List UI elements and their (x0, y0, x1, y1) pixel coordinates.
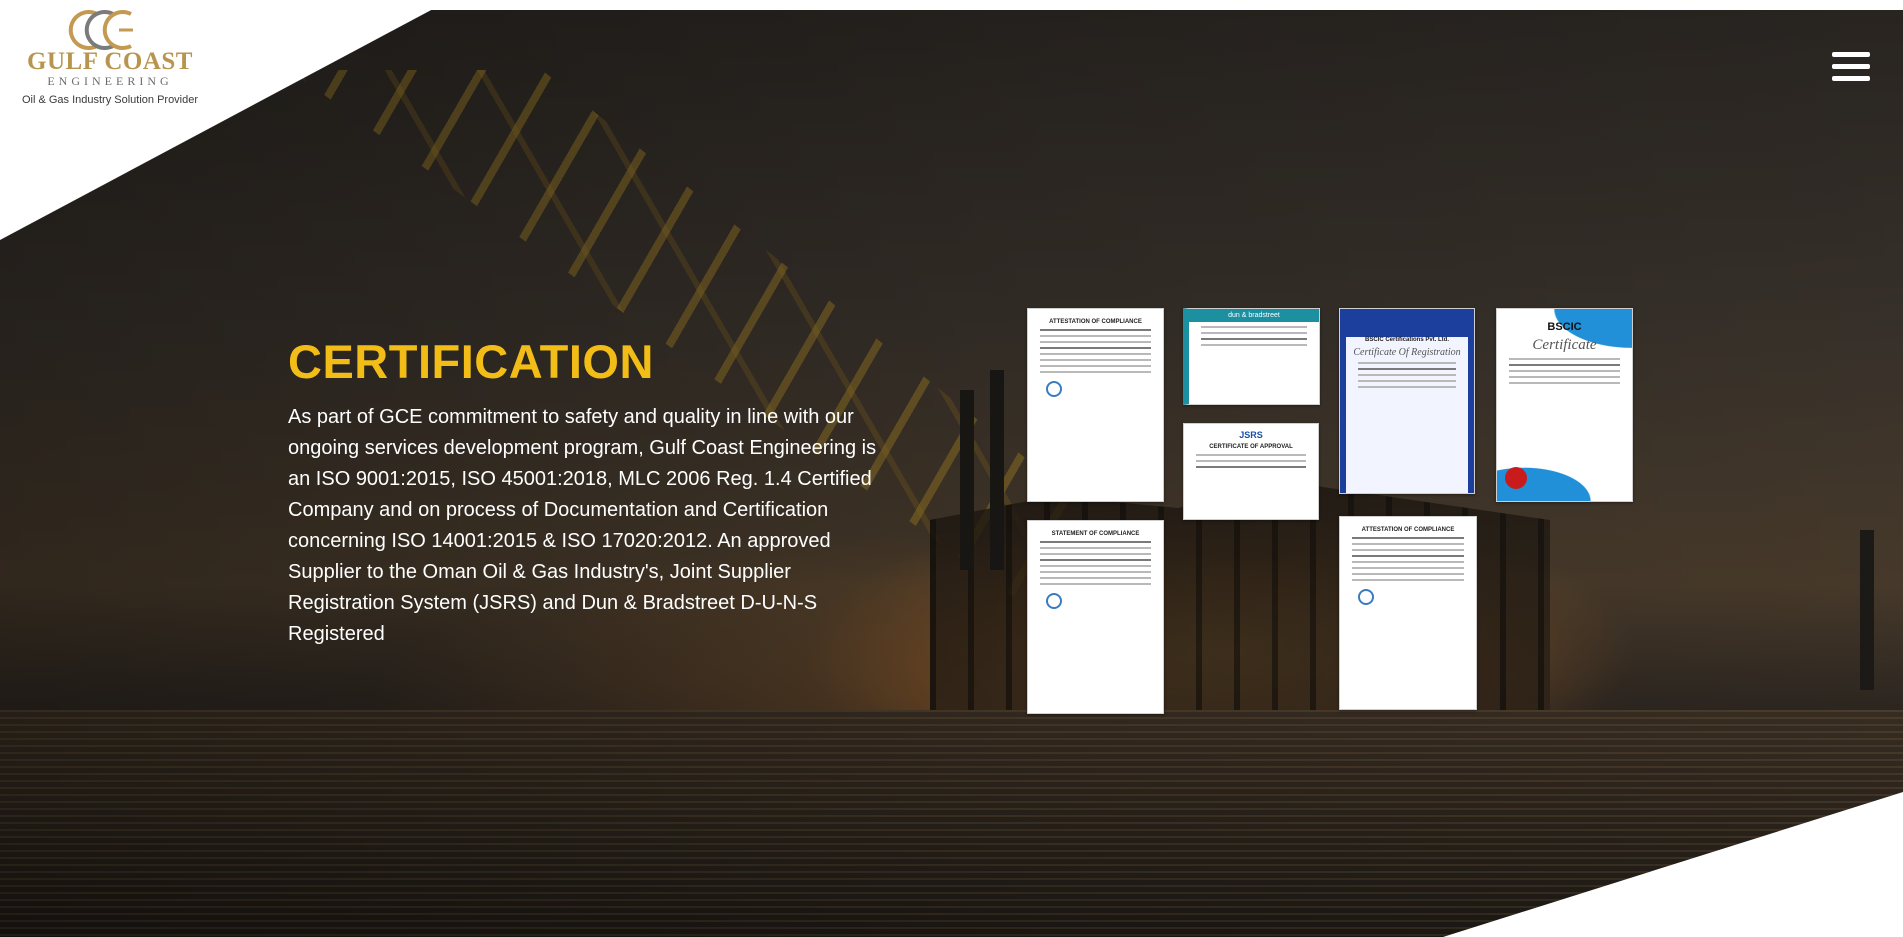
certificate-thumbnail[interactable]: dun & bradstreet (1183, 308, 1320, 405)
certificate-heading: BSCIC (1547, 321, 1582, 333)
site-logo[interactable]: GULF COAST ENGINEERING Oil & Gas Industr… (20, 8, 200, 116)
logo-company-name: GULF COAST (27, 48, 193, 75)
seal-icon (1505, 467, 1527, 489)
certificate-subheading: Certificate Of Registration (1353, 347, 1461, 358)
certificate-thumbnail[interactable]: BSCIC Certifications Pvt. Ltd. Certifica… (1339, 308, 1475, 494)
menu-bar (1832, 52, 1870, 57)
menu-bar (1832, 76, 1870, 81)
certificate-heading: STATEMENT OF COMPLIANCE (1051, 531, 1140, 537)
certificate-subheading: Certificate (1532, 337, 1597, 353)
menu-bar (1832, 64, 1870, 69)
gce-monogram-icon (68, 10, 133, 50)
certificate-heading: dun & bradstreet (1189, 309, 1319, 322)
seal-icon (1046, 381, 1062, 397)
certificate-thumbnail[interactable]: STATEMENT OF COMPLIANCE (1027, 520, 1164, 714)
certificate-heading: ATTESTATION OF COMPLIANCE (1049, 319, 1142, 325)
seal-icon (1358, 589, 1374, 605)
hamburger-menu-icon[interactable] (1832, 52, 1870, 88)
certificate-heading: BSCIC Certifications Pvt. Ltd. (1364, 337, 1449, 343)
seal-icon (1046, 593, 1062, 609)
section-title: CERTIFICATION (288, 335, 654, 388)
certificate-thumbnail[interactable]: ATTESTATION OF COMPLIANCE (1339, 516, 1477, 710)
certificate-thumbnail[interactable]: ATTESTATION OF COMPLIANCE (1027, 308, 1164, 502)
logo-company-subtitle: ENGINEERING (47, 74, 173, 88)
section-body-text: As part of GCE commitment to safety and … (288, 406, 877, 645)
certificate-subheading: CERTIFICATE OF APPROVAL (1209, 444, 1293, 450)
certificate-heading: JSRS (1239, 430, 1263, 440)
logo-tagline: Oil & Gas Industry Solution Provider (21, 94, 199, 106)
certificate-thumbnail[interactable]: JSRS CERTIFICATE OF APPROVAL (1183, 423, 1319, 520)
certificate-thumbnail[interactable]: BSCIC Certificate (1496, 308, 1633, 502)
certificate-heading: ATTESTATION OF COMPLIANCE (1361, 527, 1455, 533)
